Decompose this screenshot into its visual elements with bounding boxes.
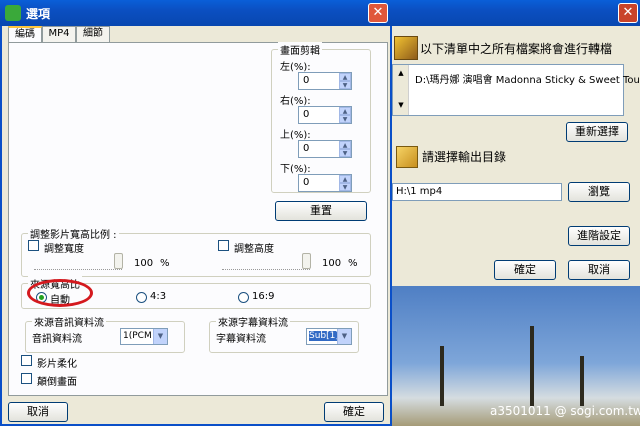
height-value: 100 [322, 258, 342, 269]
background-cancel-button[interactable]: 取消 [568, 260, 630, 280]
close-icon[interactable]: ✕ [368, 3, 388, 23]
crop-top-label: 上(%): [280, 130, 311, 141]
spin-down-icon[interactable]: ▼ [339, 115, 351, 123]
browse-button[interactable]: 瀏覽 [568, 182, 630, 202]
crop-left-value: 0 [303, 75, 310, 86]
flip-checkbox[interactable] [21, 373, 32, 384]
subtitle-stream-label: 字幕資料流 [216, 334, 266, 345]
background-titlebar: ✕ [380, 0, 640, 26]
crop-right-label: 右(%): [280, 96, 311, 107]
tab-mp4[interactable]: MP4 [42, 26, 76, 42]
chevron-down-icon[interactable]: ▼ [337, 329, 351, 344]
output-path-field[interactable]: H:\1 mp4 [392, 183, 562, 201]
audio-group-label: 來源音訊資料流 [32, 314, 106, 329]
watermark: a3501011 @ sogi.com.tw [490, 404, 640, 418]
height-unit: % [348, 258, 358, 269]
spin-up-icon[interactable]: ▲ [339, 141, 351, 149]
background-window: ✕ 以下清單中之所有檔案將會進行轉檔 ▲ ▼ D:\瑪丹娜 演唱會 Madonn… [380, 0, 640, 426]
file-list-item[interactable]: D:\瑪丹娜 演唱會 Madonna Sticky & Sweet Tour\V [415, 71, 640, 86]
width-unit: % [160, 258, 170, 269]
cancel-button[interactable]: 取消 [8, 402, 68, 422]
soften-checkbox[interactable] [21, 355, 32, 366]
advanced-settings-button[interactable]: 進階設定 [568, 226, 630, 246]
scale-group: 調整影片寬高比例 : 調整寬度 調整高度 100 % 100 % [21, 226, 371, 277]
tab-encoding[interactable]: 編碼 [8, 26, 42, 43]
spin-down-icon[interactable]: ▼ [339, 149, 351, 157]
soften-label: 影片柔化 [37, 359, 77, 370]
palm-tree [580, 356, 584, 406]
crop-right-stepper[interactable]: 0 ▲ ▼ [298, 106, 352, 124]
list-scrollbar[interactable]: ▲ ▼ [393, 65, 409, 115]
file-list[interactable]: ▲ ▼ D:\瑪丹娜 演唱會 Madonna Sticky & Sweet To… [392, 64, 640, 116]
height-slider[interactable] [222, 253, 311, 270]
scroll-up-icon[interactable]: ▲ [395, 67, 407, 79]
audio-stream-value: 1(PCM [123, 331, 152, 341]
spin-down-icon[interactable]: ▼ [339, 81, 351, 89]
flip-label: 顛倒畫面 [37, 377, 77, 388]
spin-down-icon[interactable]: ▼ [339, 183, 351, 191]
audio-stream-label: 音訊資料流 [32, 334, 82, 345]
options-dialog: 選項 ✕ 編碼 MP4 細節 畫面剪輯 左(%): 0 ▲ ▼ 右(%): 0 … [0, 0, 392, 426]
palm-tree [530, 326, 534, 406]
subtitle-stream-value: Sub[1] [309, 331, 339, 341]
aspect-16-9-label: 16:9 [252, 291, 275, 302]
aspect-16-9-radio[interactable] [238, 292, 249, 303]
folder-pen-icon [396, 146, 418, 168]
crop-bottom-value: 0 [303, 177, 310, 188]
crop-group: 畫面剪輯 左(%): 0 ▲ ▼ 右(%): 0 ▲ ▼ 上(%): 0 ▲ ▼… [271, 42, 371, 193]
subtitle-group: 來源字幕資料流 字幕資料流 Sub[1] ▼ [209, 314, 359, 353]
ok-button[interactable]: 確定 [324, 402, 384, 422]
crop-right-value: 0 [303, 109, 310, 120]
close-icon[interactable]: ✕ [618, 3, 638, 23]
width-slider[interactable] [34, 253, 123, 270]
palm-tree [440, 346, 444, 406]
crop-left-label: 左(%): [280, 62, 311, 73]
width-value: 100 [134, 258, 154, 269]
width-checkbox-label: 調整寬度 [44, 244, 84, 255]
dialog-titlebar[interactable]: 選項 ✕ [0, 0, 392, 26]
file-list-heading: 以下清單中之所有檔案將會進行轉檔 [420, 42, 613, 56]
slider-thumb[interactable] [302, 253, 311, 269]
dialog-title: 選項 [26, 7, 51, 21]
crop-top-stepper[interactable]: 0 ▲ ▼ [298, 140, 352, 158]
height-checkbox-label: 調整高度 [234, 244, 274, 255]
background-ok-button[interactable]: 確定 [494, 260, 556, 280]
spin-up-icon[interactable]: ▲ [339, 107, 351, 115]
aspect-4-3-label: 4:3 [150, 291, 167, 302]
app-icon [5, 5, 21, 21]
reset-button[interactable]: 重置 [275, 201, 367, 221]
slider-thumb[interactable] [114, 253, 123, 269]
scroll-down-icon[interactable]: ▼ [395, 99, 407, 111]
subtitle-group-label: 來源字幕資料流 [216, 314, 290, 329]
width-checkbox[interactable] [28, 240, 39, 251]
audio-group: 來源音訊資料流 音訊資料流 1(PCM ▼ [25, 314, 185, 353]
crop-bottom-stepper[interactable]: 0 ▲ ▼ [298, 174, 352, 192]
scale-group-label: 調整影片寬高比例 : [28, 226, 119, 241]
crop-bottom-label: 下(%): [280, 164, 311, 175]
subtitle-stream-select[interactable]: Sub[1] ▼ [306, 328, 352, 345]
audio-stream-select[interactable]: 1(PCM ▼ [120, 328, 168, 345]
aspect-4-3-radio[interactable] [136, 292, 147, 303]
tab-panel: 畫面剪輯 左(%): 0 ▲ ▼ 右(%): 0 ▲ ▼ 上(%): 0 ▲ ▼… [8, 42, 388, 396]
chevron-down-icon[interactable]: ▼ [153, 329, 167, 344]
height-checkbox[interactable] [218, 240, 229, 251]
crop-top-value: 0 [303, 143, 310, 154]
output-heading: 請選擇輸出目錄 [422, 150, 507, 164]
reselect-button[interactable]: 重新選擇 [566, 122, 628, 142]
red-circle-highlight [27, 279, 93, 307]
film-reel-icon [394, 36, 418, 60]
crop-left-stepper[interactable]: 0 ▲ ▼ [298, 72, 352, 90]
spin-up-icon[interactable]: ▲ [339, 175, 351, 183]
tab-details[interactable]: 細節 [76, 26, 110, 42]
spin-up-icon[interactable]: ▲ [339, 73, 351, 81]
crop-group-label: 畫面剪輯 [278, 42, 322, 57]
